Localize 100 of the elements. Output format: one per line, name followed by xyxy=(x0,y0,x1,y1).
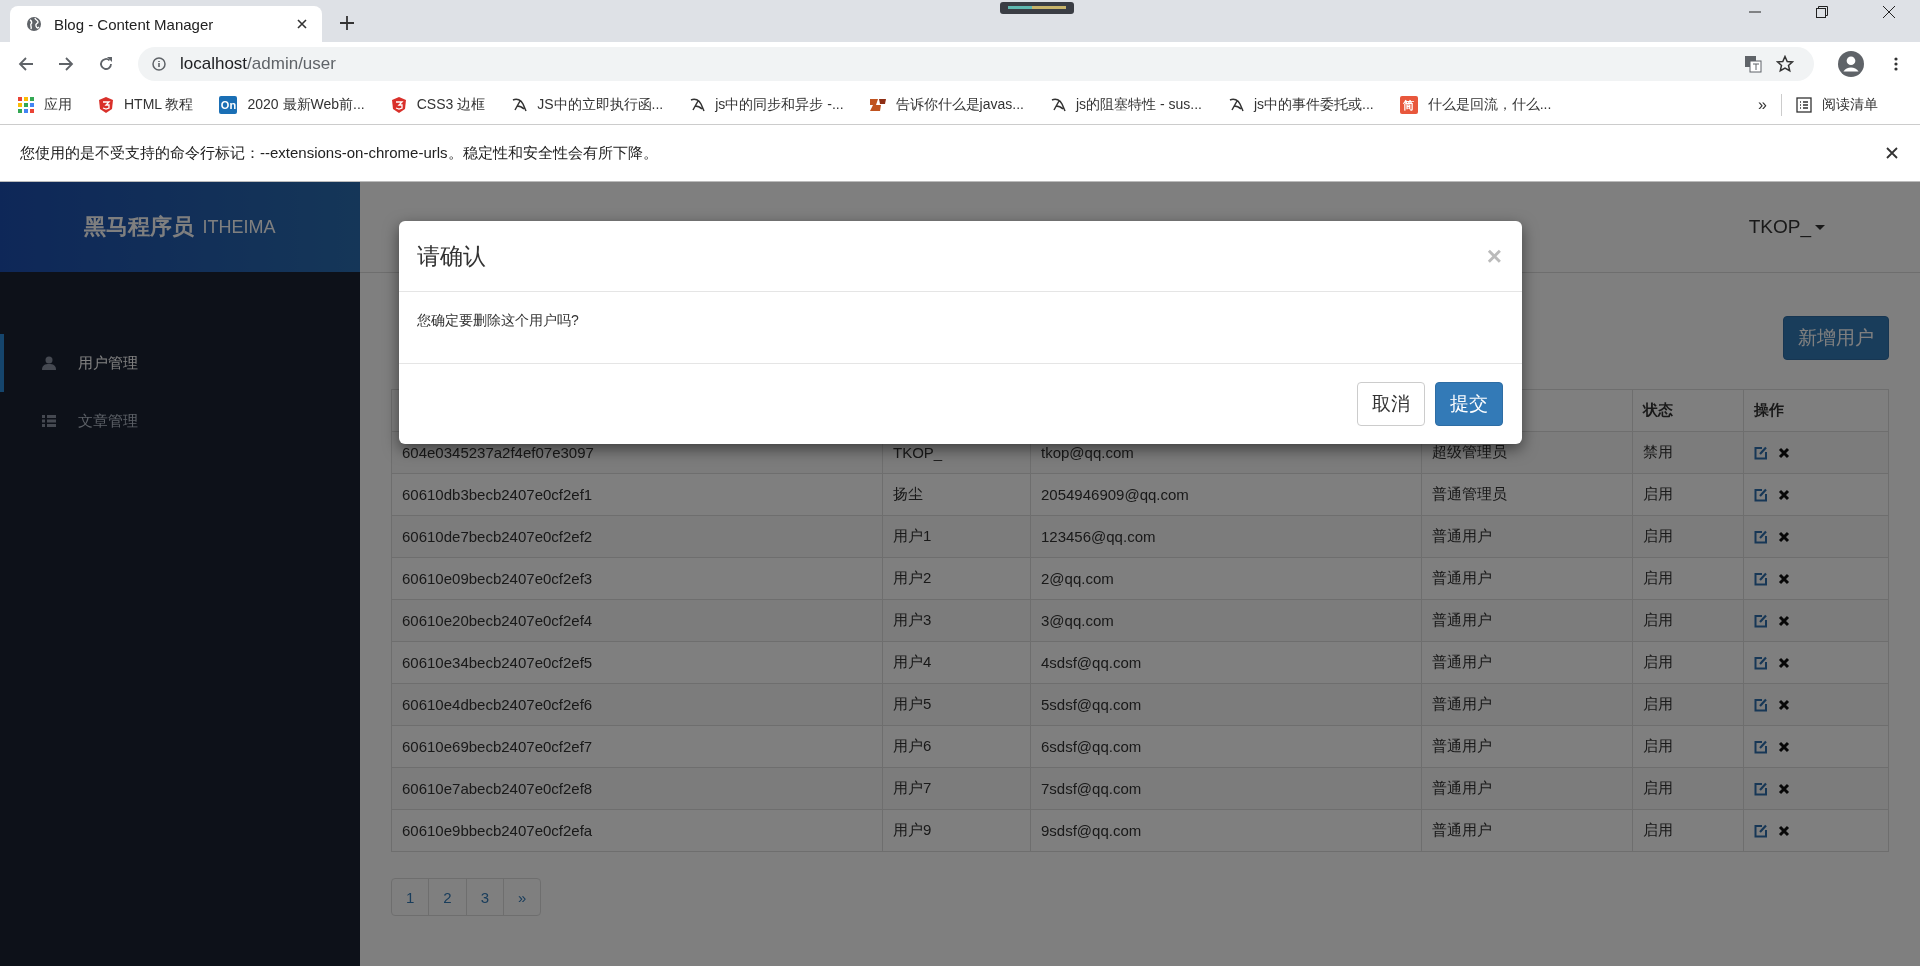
bookmark-label: js中的事件委托或... xyxy=(1253,96,1374,114)
logo-text: ITHEIMA xyxy=(202,216,276,238)
bookmark-label: 2020 最新Web前... xyxy=(247,96,365,114)
edit-icon[interactable] xyxy=(1754,781,1768,796)
delete-icon[interactable] xyxy=(1778,824,1790,837)
table-cell: 60610e9bbecb2407e0cf2efa xyxy=(391,809,883,852)
bookmark[interactable]: JS中的立即执行函... xyxy=(511,96,664,114)
info-icon xyxy=(152,57,166,71)
table-cell: 用户3 xyxy=(882,599,1031,642)
table-cell: 用户7 xyxy=(882,767,1031,810)
edit-icon[interactable] xyxy=(1754,571,1768,586)
delete-icon[interactable] xyxy=(1778,698,1790,711)
sidebar-item[interactable]: 用户管理 xyxy=(0,334,360,392)
meter-icon xyxy=(999,2,1074,14)
bookmark[interactable]: HTML 教程 xyxy=(98,96,194,114)
restore-icon[interactable] xyxy=(1816,6,1828,18)
bookmark[interactable]: 应用 xyxy=(18,96,72,114)
table-cell: 普通用户 xyxy=(1421,809,1633,852)
bookmark[interactable]: js中的事件委托或... xyxy=(1227,96,1374,114)
table-cell: 用户5 xyxy=(882,683,1031,726)
delete-icon[interactable] xyxy=(1778,446,1790,459)
shield-icon xyxy=(98,97,114,113)
edit-icon[interactable] xyxy=(1754,655,1768,670)
edit-icon[interactable] xyxy=(1754,613,1768,628)
edit-icon[interactable] xyxy=(1754,445,1768,460)
star-icon[interactable] xyxy=(1776,55,1794,73)
translate-icon[interactable] xyxy=(1744,55,1762,73)
close-icon[interactable] xyxy=(1883,6,1895,18)
edit-icon[interactable] xyxy=(1754,529,1768,544)
table-cell: 启用 xyxy=(1632,515,1744,558)
logo-text: 黑马程序员 xyxy=(84,213,195,241)
address-bar[interactable]: localhost/admin/user xyxy=(138,47,1814,81)
forward-icon[interactable] xyxy=(58,56,74,72)
logo-icon xyxy=(869,97,886,113)
browser-tab[interactable]: Blog - Content Manager xyxy=(10,6,322,42)
close-icon[interactable] xyxy=(296,18,308,30)
cancel-button[interactable]: 取消 xyxy=(1357,382,1425,426)
user-icon xyxy=(42,356,56,370)
delete-icon[interactable] xyxy=(1778,530,1790,543)
table-cell: 启用 xyxy=(1632,683,1744,726)
dialog-message: 您确定要删除这个用户吗? xyxy=(417,312,579,328)
edit-icon[interactable] xyxy=(1754,823,1768,838)
table-cell: 普通管理员 xyxy=(1421,473,1633,516)
list-icon xyxy=(42,414,56,428)
table-cell: 普通用户 xyxy=(1421,683,1633,726)
bookmark[interactable]: js的阻塞特性 - sus... xyxy=(1049,96,1202,114)
table-cell: 普通用户 xyxy=(1421,557,1633,600)
edit-icon[interactable] xyxy=(1754,697,1768,712)
table-cell: 60610e7abecb2407e0cf2ef8 xyxy=(391,767,883,810)
table-cell: 60610e4dbecb2407e0cf2ef6 xyxy=(391,683,883,726)
avatar-icon[interactable] xyxy=(1838,51,1864,77)
table-cell: 启用 xyxy=(1632,641,1744,684)
table-cell: 7sdsf@qq.com xyxy=(1030,767,1422,810)
badge-icon: On xyxy=(219,96,238,114)
table-cell: 启用 xyxy=(1632,809,1744,852)
bookmark[interactable]: On 2020 最新Web前... xyxy=(219,96,365,114)
table-cell: 普通用户 xyxy=(1421,725,1633,768)
bookmark-label: CSS3 边框 xyxy=(416,96,486,114)
table-cell: 用户9 xyxy=(882,809,1031,852)
table-cell: 3@qq.com xyxy=(1030,599,1422,642)
tab-title: Blog - Content Manager xyxy=(54,15,215,33)
more-bookmarks-button[interactable]: » xyxy=(1758,96,1767,114)
bookmark[interactable]: CSS3 边框 xyxy=(390,96,486,114)
table-cell: 普通用户 xyxy=(1421,767,1633,810)
bookmark[interactable]: 简 什么是回流，什么... xyxy=(1399,96,1552,114)
delete-icon[interactable] xyxy=(1778,572,1790,585)
table-cell: 用户1 xyxy=(882,515,1031,558)
plus-icon[interactable] xyxy=(340,16,354,30)
table-cell: 普通用户 xyxy=(1421,599,1633,642)
table-cell: 普通用户 xyxy=(1421,641,1633,684)
submit-button[interactable]: 提交 xyxy=(1435,382,1503,426)
bookmark[interactable]: js中的同步和异步 -... xyxy=(689,96,844,114)
delete-icon[interactable] xyxy=(1778,740,1790,753)
reading-list-label: 阅读清单 xyxy=(1822,96,1878,114)
bookmark[interactable]: 告诉你什么是javas... xyxy=(869,96,1024,114)
table-cell: 扬尘 xyxy=(882,473,1031,516)
reading-list-button[interactable]: 阅读清单 xyxy=(1796,96,1878,114)
caret-icon xyxy=(1815,224,1825,230)
script-icon xyxy=(1049,97,1066,113)
reload-icon[interactable] xyxy=(98,56,114,72)
close-icon[interactable] xyxy=(1886,147,1898,159)
dialog-title: 请确认 xyxy=(417,241,486,271)
bookmark-label: HTML 教程 xyxy=(124,96,194,114)
delete-icon[interactable] xyxy=(1778,656,1790,669)
delete-icon[interactable] xyxy=(1778,488,1790,501)
bookmark-label: 什么是回流，什么... xyxy=(1427,96,1552,114)
delete-icon[interactable] xyxy=(1778,614,1790,627)
table-cell: 启用 xyxy=(1632,725,1744,768)
user-menu[interactable]: TKOP_ xyxy=(1748,216,1825,238)
edit-icon[interactable] xyxy=(1754,739,1768,754)
back-icon[interactable] xyxy=(18,56,34,72)
script-icon xyxy=(1227,97,1244,113)
warning-message: 您使用的是不受支持的命令行标记：--extensions-on-chrome-urls。稳定性和安全性会有所下降。 xyxy=(20,143,658,163)
column-header: 操作 xyxy=(1743,389,1889,432)
table-cell: 9sdsf@qq.com xyxy=(1030,809,1422,852)
table-cell: 用户4 xyxy=(882,641,1031,684)
delete-icon[interactable] xyxy=(1778,782,1790,795)
table-cell: 启用 xyxy=(1632,473,1744,516)
edit-icon[interactable] xyxy=(1754,487,1768,502)
table-cell: 2@qq.com xyxy=(1030,557,1422,600)
